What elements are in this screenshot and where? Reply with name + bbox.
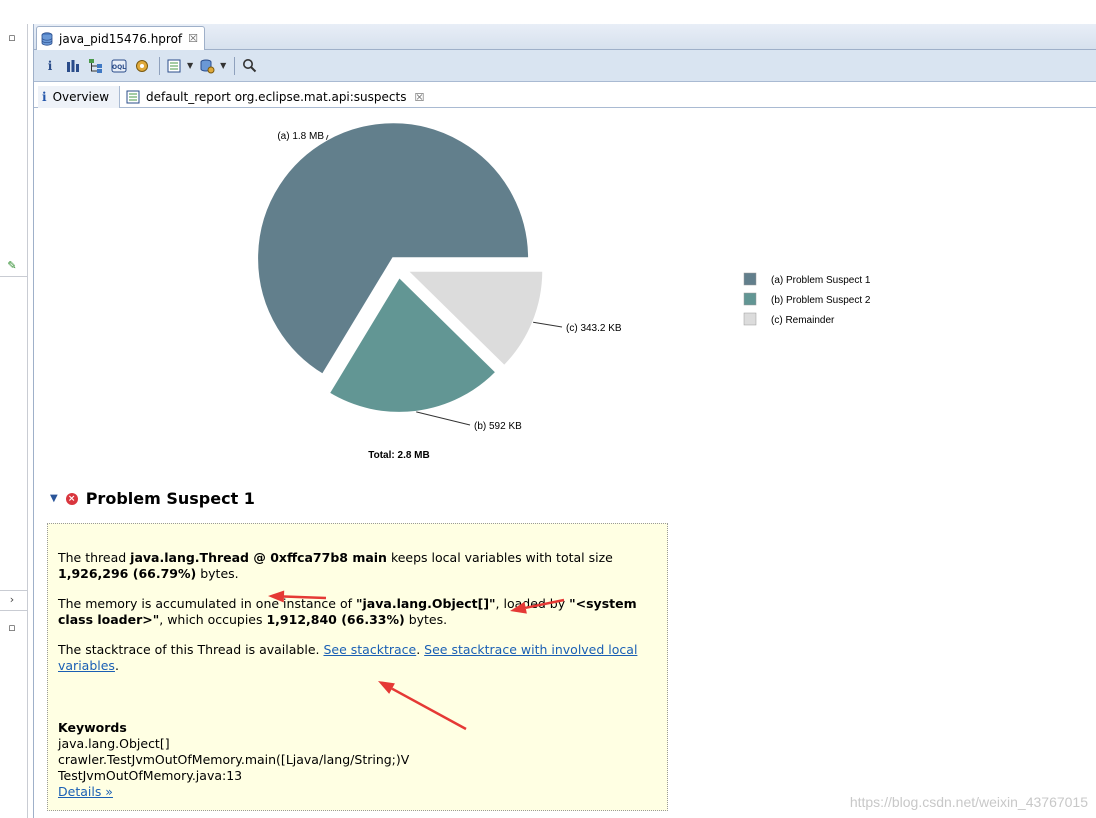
text: The thread [58, 550, 131, 565]
heap-dump-editor: java_pid15476.hprof ☒ i OQL ▼ ▼ i Overvi… [33, 24, 1096, 818]
tab-overview[interactable]: i Overview [38, 86, 120, 108]
tab-overview-label: Overview [52, 90, 110, 104]
pie-slice-label: (c) 343.2 KB [566, 323, 622, 334]
editor-tab-title: java_pid15476.hprof [59, 31, 183, 46]
keyword-item: crawler.TestJvmOutOfMemory.main([Ljava/l… [58, 752, 410, 767]
pie-slice-label: (a) 1.8 MB [277, 131, 324, 142]
report-content: (a) 1.8 MB (b) 592 KB (c) 343.2 KB Total: 2… [34, 109, 1096, 818]
dominator-tree-icon[interactable] [86, 56, 106, 76]
histogram-icon[interactable] [63, 56, 83, 76]
report-subtabs: i Overview default_report org.eclipse.ma… [34, 86, 1096, 108]
toolbar-separator [234, 56, 236, 75]
search-icon[interactable] [239, 56, 259, 76]
watermark: https://blog.csdn.net/weixin_43767015 [849, 794, 1088, 810]
thread-name: java.lang.Thread @ 0xffca77b8 main [130, 550, 387, 565]
text: . [416, 642, 425, 657]
pie-leader-line [416, 411, 471, 426]
pin-icon[interactable]: ✎ [6, 260, 18, 272]
text: . [114, 658, 119, 673]
collapse-triangle-icon[interactable]: ▼ [50, 493, 58, 504]
toolbar-separator [159, 56, 160, 75]
text: , which occupies [159, 612, 267, 627]
chevron-down-icon[interactable]: ▼ [220, 61, 226, 70]
occupied-size: 1,912,840 (66.33%) [266, 612, 405, 627]
restore-view-icon[interactable]: ▫ [6, 32, 18, 44]
text: The memory is accumulated in one instanc… [58, 596, 356, 611]
rail-divider [0, 276, 28, 277]
problem-suspect-details: The thread java.lang.Thread @ 0xffca77b8… [47, 523, 668, 811]
run-report-icon[interactable] [164, 56, 184, 76]
legend-entry: (a) Problem Suspect 1 [771, 275, 871, 286]
report-icon [126, 90, 140, 104]
database-icon [41, 31, 53, 46]
text: keeps local variables with total size [386, 550, 613, 565]
legend-swatch [743, 272, 757, 286]
class-name: "java.lang.Object[]" [356, 596, 496, 611]
toolbar: i OQL ▼ ▼ [34, 50, 1096, 82]
keyword-item: TestJvmOutOfMemory.java:13 [58, 768, 243, 783]
pie-chart: (a) 1.8 MB (b) 592 KB (c) 343.2 KB Total: 2… [256, 121, 871, 461]
see-stacktrace-link[interactable]: See stacktrace [323, 642, 416, 657]
error-icon: × [65, 492, 78, 505]
close-icon[interactable]: ☒ [188, 32, 198, 45]
info-icon: i [42, 90, 47, 104]
legend-entry: (b) Problem Suspect 2 [771, 295, 871, 306]
details-link[interactable]: Details » [58, 784, 113, 799]
left-side-rail: ▫ ✎ › ▫ [0, 24, 28, 818]
info-icon[interactable]: i [40, 56, 60, 76]
rail-divider [0, 610, 28, 611]
thread-overview-icon[interactable] [132, 56, 152, 76]
text: The stacktrace of this Thread is availab… [58, 642, 324, 657]
pie-slice-label: (b) 592 KB [474, 421, 522, 432]
restore-view-icon[interactable]: ▫ [6, 622, 18, 634]
legend-swatch [743, 292, 757, 306]
svg-text:OQL: OQL [112, 64, 126, 71]
legend-entry: (c) Remainder [771, 315, 835, 326]
rail-divider [0, 590, 28, 591]
text: bytes. [404, 612, 448, 627]
keywords-label: Keywords [58, 720, 127, 735]
stacktrace-description: The stacktrace of this Thread is availab… [58, 642, 658, 674]
keywords-section: Keywords java.lang.Object[] crawler.Test… [58, 720, 658, 800]
retained-size: 1,926,296 (66.79%) [58, 566, 197, 581]
text: bytes. [196, 566, 239, 581]
chevron-right-icon[interactable]: › [6, 594, 18, 606]
query-browser-icon[interactable] [197, 56, 217, 76]
legend-swatch [743, 312, 757, 326]
accumulation-description: The memory is accumulated in one instanc… [58, 596, 658, 628]
tab-default-report[interactable]: default_report org.eclipse.mat.api:suspe… [122, 86, 428, 108]
keyword-item: java.lang.Object[] [58, 736, 170, 751]
text: , loaded by [495, 596, 570, 611]
thread-description: The thread java.lang.Thread @ 0xffca77b8… [58, 550, 658, 582]
close-icon[interactable]: ☒ [414, 91, 424, 104]
pie-leader-line [533, 321, 563, 328]
problem-suspect-heading: ▼ × Problem Suspect 1 [50, 489, 255, 508]
tab-default-report-label: default_report org.eclipse.mat.api:suspe… [146, 90, 407, 104]
problem-suspect-title: Problem Suspect 1 [85, 489, 255, 508]
editor-tab-hprof[interactable]: java_pid15476.hprof ☒ [36, 26, 206, 50]
editor-tab-bar: java_pid15476.hprof ☒ [34, 24, 1096, 50]
chevron-down-icon[interactable]: ▼ [187, 61, 193, 70]
pie-total-label: Total: 2.8 MB [368, 450, 429, 461]
oql-icon[interactable]: OQL [109, 56, 129, 76]
